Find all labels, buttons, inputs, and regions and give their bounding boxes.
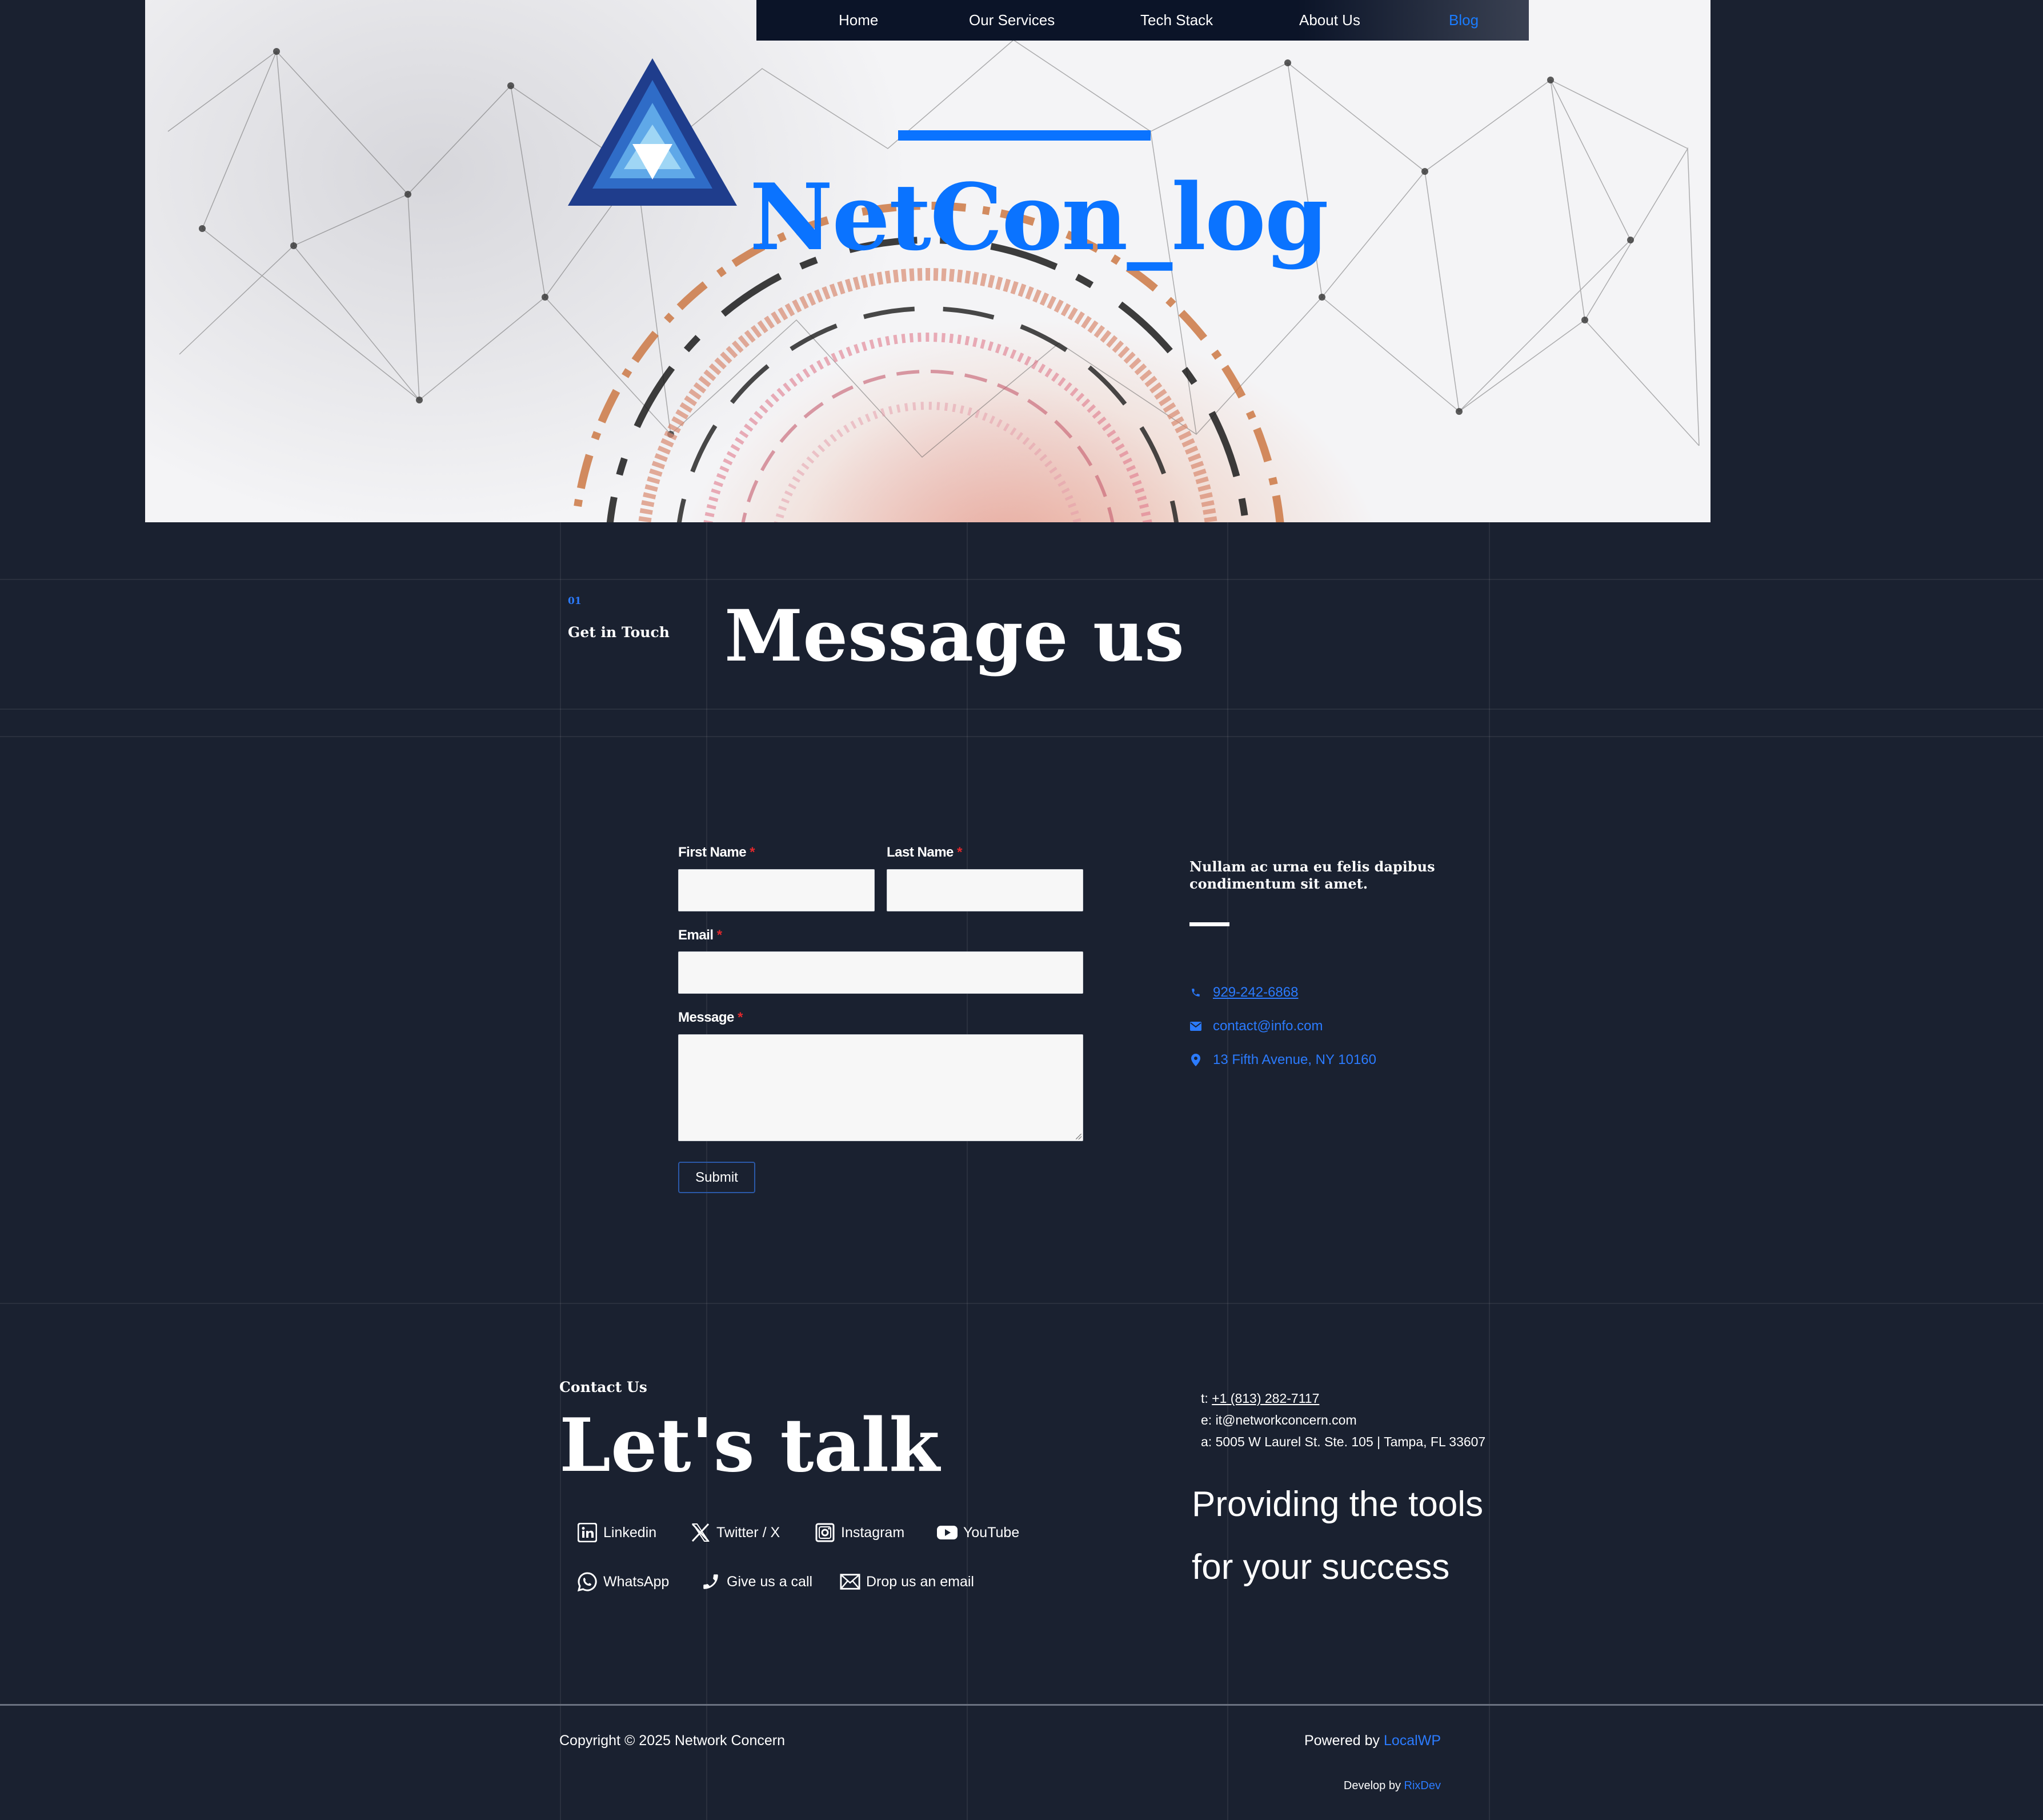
social-call-label: Give us a call <box>727 1573 813 1590</box>
social-linkedin[interactable]: Linkedin <box>577 1522 656 1543</box>
aside-divider <box>1189 922 1229 926</box>
footer-address-line: a: 5005 W Laurel St. Ste. 105 | Tampa, F… <box>1201 1434 1486 1449</box>
social-twitter[interactable]: Twitter / X <box>690 1522 780 1543</box>
grid-line <box>0 736 2043 737</box>
localwp-link[interactable]: LocalWP <box>1384 1733 1441 1749</box>
required-mark: * <box>750 845 755 860</box>
linkedin-icon <box>577 1522 598 1543</box>
required-mark: * <box>738 1010 743 1025</box>
envelope-icon <box>840 1571 860 1592</box>
resize-handle[interactable] <box>1076 1134 1081 1139</box>
last-name-label-text: Last Name <box>887 845 954 860</box>
grid-line <box>0 579 2043 580</box>
phone-icon <box>700 1571 721 1592</box>
powered-by-prefix: Powered by <box>1304 1733 1380 1749</box>
social-youtube[interactable]: YouTube <box>937 1522 1019 1543</box>
last-name-input[interactable] <box>887 869 1083 911</box>
grid-line <box>1227 522 1228 1820</box>
social-whatsapp-label: WhatsApp <box>603 1573 670 1590</box>
grid-line <box>1489 522 1490 1820</box>
message-label: Message * <box>678 1010 743 1026</box>
footer-phone-link[interactable]: +1 (813) 282-7117 <box>1212 1391 1319 1406</box>
grid-line <box>0 1303 2043 1304</box>
main-navigation: Home Our Services Tech Stack About Us Bl… <box>756 0 1529 41</box>
social-instagram-label: Instagram <box>841 1524 905 1541</box>
tagline: Providing the tools for your success <box>1192 1485 1484 1587</box>
required-mark: * <box>716 927 722 943</box>
youtube-icon <box>937 1522 958 1543</box>
nav-tech-stack[interactable]: Tech Stack <box>1140 11 1213 29</box>
social-twitter-label: Twitter / X <box>716 1524 780 1541</box>
email-input[interactable] <box>678 951 1083 994</box>
last-name-label: Last Name * <box>887 845 962 861</box>
hero-banner: Home Our Services Tech Stack About Us Bl… <box>145 0 1710 522</box>
instagram-icon <box>815 1522 835 1543</box>
copyright-text: Copyright © 2025 Network Concern <box>559 1733 785 1749</box>
email-label-text: Email <box>678 927 714 943</box>
map-pin-icon <box>1189 1054 1202 1066</box>
section-eyebrow: Get in Touch <box>568 624 670 641</box>
nav-about-us[interactable]: About Us <box>1299 11 1360 29</box>
rixdev-link[interactable]: RixDev <box>1404 1779 1441 1792</box>
brand-accent-bar <box>898 130 1151 141</box>
whatsapp-icon <box>577 1571 598 1592</box>
social-email[interactable]: Drop us an email <box>840 1571 974 1592</box>
social-whatsapp[interactable]: WhatsApp <box>577 1571 669 1592</box>
aside-email-link[interactable]: contact@info.com <box>1213 1018 1323 1034</box>
message-label-text: Message <box>678 1010 734 1025</box>
submit-button[interactable]: Submit <box>678 1162 755 1193</box>
nav-our-services[interactable]: Our Services <box>969 11 1055 29</box>
developed-by: Develop by RixDev <box>1344 1779 1441 1793</box>
grid-line <box>967 522 968 1820</box>
first-name-label: First Name * <box>678 845 755 861</box>
phone-icon <box>1189 986 1202 999</box>
aside-phone-row[interactable]: 929-242-6868 <box>1189 985 1298 1001</box>
social-email-label: Drop us an email <box>866 1573 974 1590</box>
aside-description: Nullam ac urna eu felis dapibus condimen… <box>1189 858 1435 892</box>
footer-phone-prefix: t: <box>1201 1391 1208 1406</box>
section-title: Message us <box>724 595 1184 678</box>
required-mark: * <box>957 845 962 860</box>
social-call[interactable]: Give us a call <box>700 1571 812 1592</box>
nav-home[interactable]: Home <box>839 11 878 29</box>
section-number: 01 <box>568 595 582 607</box>
footer-divider <box>0 1704 2043 1706</box>
brand-name: NetCon_log <box>750 163 1329 271</box>
first-name-label-text: First Name <box>678 845 747 860</box>
email-label: Email * <box>678 927 722 943</box>
social-linkedin-label: Linkedin <box>603 1524 657 1541</box>
aside-address-row: 13 Fifth Avenue, NY 10160 <box>1189 1052 1376 1068</box>
first-name-input[interactable] <box>678 869 875 911</box>
contact-eyebrow: Contact Us <box>559 1379 647 1395</box>
message-textarea[interactable] <box>678 1034 1083 1141</box>
envelope-icon <box>1189 1020 1202 1033</box>
social-youtube-label: YouTube <box>963 1524 1020 1541</box>
aside-phone-link[interactable]: 929-242-6868 <box>1213 985 1298 1001</box>
developed-by-prefix: Develop by <box>1343 1779 1401 1792</box>
aside-address: 13 Fifth Avenue, NY 10160 <box>1213 1052 1376 1067</box>
social-instagram[interactable]: Instagram <box>815 1522 904 1543</box>
powered-by: Powered by LocalWP <box>1304 1733 1441 1749</box>
footer-phone-line: t: +1 (813) 282-7117 <box>1201 1391 1319 1406</box>
nav-blog[interactable]: Blog <box>1449 11 1479 29</box>
grid-line <box>560 522 561 1820</box>
footer-email-line: e: it@networkconcern.com <box>1201 1413 1357 1427</box>
triangle-logo-icon <box>568 58 737 206</box>
grid-line <box>0 709 2043 710</box>
contact-title: Let's talk <box>559 1403 940 1489</box>
aside-email-row[interactable]: contact@info.com <box>1189 1018 1323 1034</box>
x-twitter-icon <box>690 1522 711 1543</box>
